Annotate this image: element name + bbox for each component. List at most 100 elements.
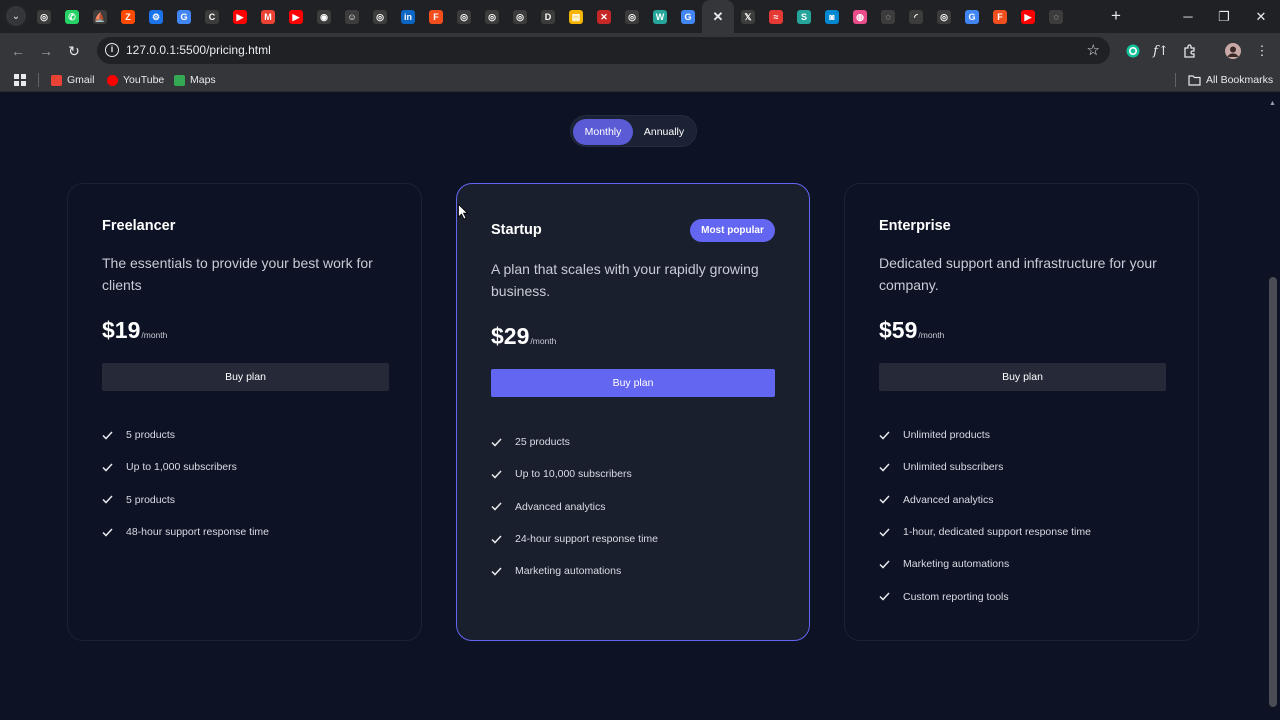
feature-list: Unlimited products Unlimited subscribers A… xyxy=(879,419,1091,613)
address-bar[interactable]: i 127.0.0.1:5500/pricing.html ☆ xyxy=(97,37,1110,64)
font-extension-icon[interactable]: f↑ xyxy=(1151,41,1171,61)
check-icon xyxy=(102,430,113,441)
maps-icon xyxy=(174,74,185,86)
buy-plan-button[interactable]: Buy plan xyxy=(879,363,1166,391)
window-close-icon[interactable]: ✕ xyxy=(1243,0,1279,33)
mouse-cursor-icon xyxy=(458,204,468,220)
browser-tab[interactable]: F xyxy=(422,0,450,33)
active-tab-close-icon[interactable]: ✕ xyxy=(711,9,725,24)
new-tab-plus-icon[interactable]: + xyxy=(1107,7,1125,25)
browser-tab[interactable]: ☺ xyxy=(338,0,366,33)
feature-label: 1-hour, dedicated support response time xyxy=(903,526,1091,539)
browser-tab[interactable]: D xyxy=(534,0,562,33)
browser-tab[interactable]: F xyxy=(986,0,1014,33)
browser-tab[interactable]: ◎ xyxy=(506,0,534,33)
bookmarks-divider xyxy=(38,73,39,87)
browser-tab[interactable]: G xyxy=(170,0,198,33)
check-icon xyxy=(879,462,890,473)
apps-grid-icon[interactable] xyxy=(14,73,26,87)
browser-tab[interactable]: ◌ xyxy=(874,0,902,33)
browser-tab[interactable]: ◜ xyxy=(902,0,930,33)
feature-item: 25 products xyxy=(491,426,658,458)
browser-tab[interactable]: 𝕏 xyxy=(734,0,762,33)
browser-tab[interactable]: ◙ xyxy=(818,0,846,33)
plan-price: $29 /month xyxy=(491,323,556,350)
zapier-icon: Z xyxy=(121,9,135,24)
browser-tab[interactable]: ◉ xyxy=(310,0,338,33)
folder-icon xyxy=(1188,74,1201,86)
browser-tab[interactable]: ✕ xyxy=(702,0,734,33)
browser-tab[interactable]: ✕ xyxy=(590,0,618,33)
browser-tab[interactable]: ◎ xyxy=(930,0,958,33)
whatsapp-icon: ✆ xyxy=(65,9,79,24)
check-icon xyxy=(879,559,890,570)
feature-label: 5 products xyxy=(126,429,176,442)
browser-tab[interactable]: G xyxy=(958,0,986,33)
feature-item: Advanced analytics xyxy=(879,484,1091,516)
toggle-annually[interactable]: Annually xyxy=(635,119,693,145)
scroll-up-arrow-icon[interactable]: ▲ xyxy=(1269,100,1276,107)
browser-tab[interactable]: ▶ xyxy=(226,0,254,33)
grammarly-extension-icon[interactable] xyxy=(1123,41,1143,61)
bookmark-maps[interactable]: Maps xyxy=(174,73,216,87)
scrollbar-thumb[interactable] xyxy=(1269,277,1277,707)
browser-tab[interactable]: ≈ xyxy=(762,0,790,33)
browser-tab[interactable]: ⛵ xyxy=(86,0,114,33)
loading-icon: ◜ xyxy=(909,9,923,24)
buy-plan-button[interactable]: Buy plan xyxy=(491,369,775,397)
toggle-monthly[interactable]: Monthly xyxy=(573,119,633,145)
browser-tab[interactable]: ▶ xyxy=(282,0,310,33)
buy-plan-button[interactable]: Buy plan xyxy=(102,363,389,391)
google-icon: G xyxy=(177,9,191,24)
browser-tab[interactable]: ▤ xyxy=(562,0,590,33)
all-bookmarks-label: All Bookmarks xyxy=(1206,74,1274,86)
browser-tab[interactable]: ▶ xyxy=(1014,0,1042,33)
minimize-icon[interactable]: ─ xyxy=(1170,0,1206,33)
browser-tab[interactable]: W xyxy=(646,0,674,33)
browser-tab[interactable]: in xyxy=(394,0,422,33)
x-twitter-icon: 𝕏 xyxy=(741,9,755,24)
feature-item: Marketing automations xyxy=(491,555,658,587)
browser-menu-icon[interactable]: ⋮ xyxy=(1252,41,1272,61)
all-bookmarks-button[interactable]: All Bookmarks xyxy=(1188,73,1273,87)
page-scrollbar[interactable]: ▲ xyxy=(1266,97,1280,720)
address-bar-url[interactable]: 127.0.0.1:5500/pricing.html xyxy=(126,43,271,57)
browser-tab[interactable]: G xyxy=(674,0,702,33)
browser-tab[interactable]: ◌ xyxy=(1042,0,1070,33)
bookmark-gmail[interactable]: Gmail xyxy=(51,73,94,87)
feature-label: Marketing automations xyxy=(903,558,1010,571)
browser-tab[interactable]: ◎ xyxy=(618,0,646,33)
feature-list: 5 products Up to 1,000 subscribers 5 produ… xyxy=(102,419,269,548)
price-amount: $29 xyxy=(491,323,530,349)
reload-icon[interactable]: ↻ xyxy=(64,41,84,61)
browser-tab[interactable]: ◍ xyxy=(846,0,874,33)
browser-tab[interactable]: S xyxy=(790,0,818,33)
back-arrow-icon[interactable]: ← xyxy=(8,41,28,61)
browser-tab[interactable]: ✆ xyxy=(58,0,86,33)
browser-tab[interactable]: ◎ xyxy=(450,0,478,33)
feature-label: Unlimited subscribers xyxy=(903,461,1004,474)
site-info-icon[interactable]: i xyxy=(105,43,119,57)
bookmark-youtube[interactable]: YouTube xyxy=(107,73,164,87)
extensions-puzzle-icon[interactable] xyxy=(1180,41,1200,61)
feature-item: Marketing automations xyxy=(879,548,1091,580)
google-icon: G xyxy=(965,9,979,24)
restore-icon[interactable]: ❐ xyxy=(1206,0,1242,33)
tab-search-chevron-icon[interactable]: ⌄ xyxy=(6,6,26,26)
browser-tab[interactable]: ◎ xyxy=(30,0,58,33)
check-icon xyxy=(879,527,890,538)
check-icon xyxy=(102,462,113,473)
browser-tab[interactable]: ◎ xyxy=(478,0,506,33)
bookmark-star-icon[interactable]: ☆ xyxy=(1087,41,1100,59)
browser-tab[interactable]: ⚙ xyxy=(142,0,170,33)
bookmark-label: Maps xyxy=(190,74,216,86)
plan-name: Startup xyxy=(491,222,542,238)
feature-item: Custom reporting tools xyxy=(879,580,1091,612)
browser-tab[interactable]: ◎ xyxy=(366,0,394,33)
profile-avatar[interactable] xyxy=(1223,41,1243,61)
browser-tab[interactable]: Z xyxy=(114,0,142,33)
forward-arrow-icon[interactable]: → xyxy=(36,41,56,61)
check-icon xyxy=(102,527,113,538)
browser-tab[interactable]: M xyxy=(254,0,282,33)
browser-tab[interactable]: C xyxy=(198,0,226,33)
